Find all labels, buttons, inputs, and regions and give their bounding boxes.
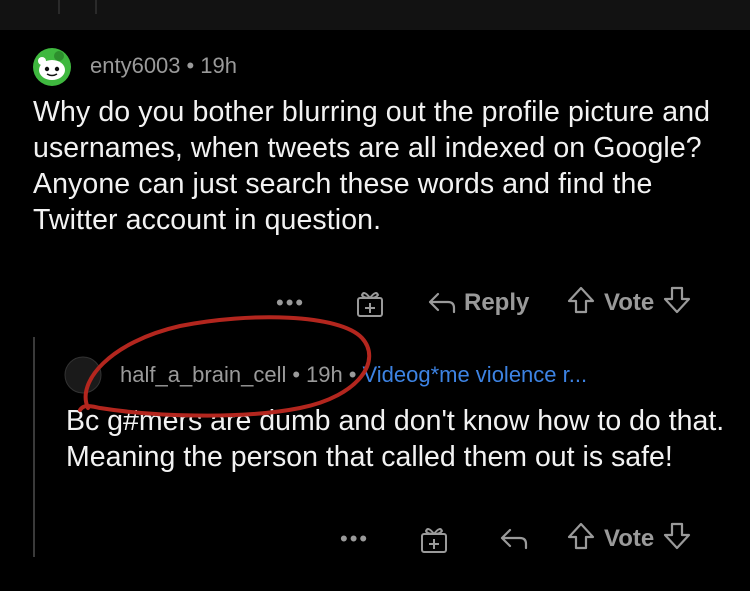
upvote-button[interactable] bbox=[566, 521, 596, 558]
vote-control: Vote bbox=[566, 521, 692, 558]
comment-body: Why do you bother blurring out the profi… bbox=[33, 96, 711, 236]
reply-username[interactable]: half_a_brain_cell bbox=[120, 362, 286, 387]
avatar[interactable] bbox=[33, 48, 71, 86]
reply-meta: half_a_brain_cell • 19h • Videog*me violence… bbox=[120, 362, 587, 388]
reply-timestamp: 19h bbox=[306, 362, 343, 387]
reply-actions: ••• Vote bbox=[0, 519, 750, 559]
top-bar bbox=[0, 0, 750, 30]
username[interactable]: enty6003 bbox=[90, 53, 181, 78]
downvote-icon bbox=[664, 286, 691, 313]
comment-actions: ••• Reply Vote bbox=[0, 283, 750, 323]
reply-body: Bc g#mers are dumb and don't know how to… bbox=[66, 405, 725, 473]
downvote-icon bbox=[664, 522, 691, 549]
reply-arrow-icon bbox=[500, 528, 528, 550]
reply-arrow-icon bbox=[428, 292, 456, 314]
separator: • bbox=[186, 53, 195, 78]
vote-control: Vote bbox=[566, 285, 692, 322]
reply-button[interactable] bbox=[498, 526, 530, 552]
upvote-icon bbox=[567, 522, 595, 549]
divider bbox=[58, 0, 60, 14]
avatar-icon bbox=[64, 356, 102, 394]
downvote-button[interactable] bbox=[662, 521, 692, 558]
vote-label: Vote bbox=[604, 525, 655, 552]
award-button[interactable] bbox=[354, 288, 386, 325]
downvote-button[interactable] bbox=[662, 285, 692, 322]
upvote-icon bbox=[567, 286, 595, 313]
reply-avatar[interactable] bbox=[64, 356, 102, 394]
reply-button[interactable]: Reply bbox=[426, 289, 529, 317]
separator: • bbox=[292, 362, 301, 387]
divider bbox=[95, 0, 97, 14]
timestamp: 19h bbox=[200, 53, 237, 78]
award-icon bbox=[421, 528, 447, 553]
award-icon bbox=[357, 292, 383, 317]
comment-meta: enty6003 • 19h bbox=[90, 53, 237, 79]
reply-label: Reply bbox=[464, 289, 530, 316]
more-options-button[interactable]: ••• bbox=[276, 290, 305, 316]
more-options-button[interactable]: ••• bbox=[340, 526, 369, 552]
separator: • bbox=[348, 362, 357, 387]
user-flair[interactable]: Videog*me violence r... bbox=[362, 362, 587, 387]
award-button[interactable] bbox=[418, 524, 450, 561]
upvote-button[interactable] bbox=[566, 285, 596, 322]
vote-label: Vote bbox=[604, 289, 655, 316]
snoo-avatar-icon bbox=[33, 48, 71, 86]
